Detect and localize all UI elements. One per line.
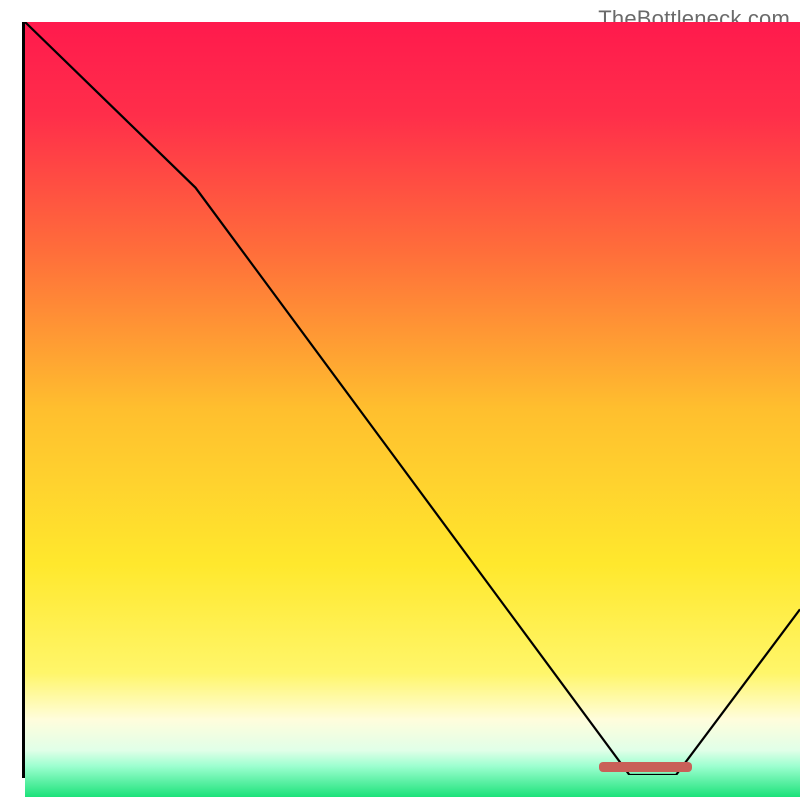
chart-curve xyxy=(25,22,800,775)
chart-highlight-marker xyxy=(599,762,692,772)
chart-area xyxy=(22,22,800,778)
chart-container: TheBottleneck.com xyxy=(0,0,800,800)
